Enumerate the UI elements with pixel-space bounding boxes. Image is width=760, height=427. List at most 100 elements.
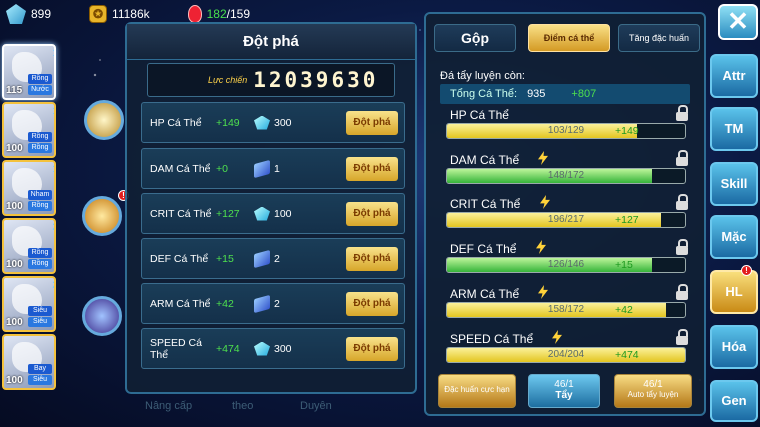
weapon-orb-icon[interactable]	[84, 100, 124, 140]
tab-special-train[interactable]: Tăng đặc huấn	[618, 24, 700, 52]
stat-name: HP Cá Thể	[150, 116, 202, 129]
breakthrough-button[interactable]: Đột phá	[346, 246, 398, 271]
alert-badge: !	[741, 265, 752, 276]
member-level: 100	[6, 375, 23, 386]
stat-bonus: +474	[615, 349, 639, 361]
party-member-card[interactable]: 100 NhamRồng 1	[2, 160, 56, 216]
member-level: 100	[6, 201, 23, 212]
nav-button[interactable]: Mặc	[710, 215, 758, 259]
stat-increase: +15	[216, 252, 234, 265]
member-rank: 2	[52, 280, 54, 291]
wash-count: 46/1	[554, 379, 574, 390]
special-training-button[interactable]: Đặc huấn cực hạn	[438, 374, 516, 408]
remaining-stones-label: Đá tẩy luyện còn:	[440, 70, 525, 82]
energy-current: 182	[206, 7, 227, 21]
upgrade-tab-label[interactable]: Nâng cấp	[145, 400, 192, 412]
follow-tab-label[interactable]: theo	[232, 400, 253, 412]
lightning-icon	[538, 285, 548, 299]
stat-label: HP Cá Thể	[450, 108, 509, 122]
close-button[interactable]: ✕	[718, 4, 758, 40]
stat-value: 196/217	[547, 214, 585, 225]
member-type-1: Rồng	[28, 248, 52, 258]
stat-progress-bar: 148/172	[446, 168, 686, 184]
gem-icon	[254, 115, 270, 130]
breakthrough-button[interactable]: Đột phá	[346, 291, 398, 316]
member-rank: 2	[52, 222, 54, 233]
nav-button[interactable]: Skill	[710, 162, 758, 206]
energy-max: /159	[226, 7, 251, 21]
member-type-2: Nước	[28, 85, 52, 95]
nav-button[interactable]: HL	[710, 270, 758, 314]
stat-row: DAM Cá Thể 148/172	[440, 150, 692, 193]
nav-button[interactable]: Gen	[710, 380, 758, 422]
lock-icon[interactable]	[676, 105, 688, 121]
party-member-card[interactable]: 100 SiêuSiêu 2	[2, 276, 56, 332]
nav-button[interactable]: Hóa	[710, 325, 758, 369]
tab-merge[interactable]: Gộp	[434, 24, 516, 52]
member-type-2: Siêu	[28, 375, 52, 385]
party-member-card[interactable]: 100 RồngRồng 1	[2, 102, 56, 158]
party-member-card[interactable]: 100 RồngRồng 2	[2, 218, 56, 274]
backpack-orb-icon[interactable]	[82, 196, 122, 236]
individual-stats-panel: Gộp Điểm cá thể Tăng đặc huấn Đá tẩy luy…	[424, 12, 706, 416]
stat-label: DEF Cá Thể	[450, 242, 517, 256]
party-member-card[interactable]: 100 Bay Siêu	[2, 334, 56, 390]
scroll-icon	[254, 249, 270, 268]
stat-value: 158/172	[547, 304, 585, 315]
lock-icon[interactable]	[676, 194, 688, 210]
lightning-icon	[538, 151, 548, 165]
lock-icon[interactable]	[676, 284, 688, 300]
stat-value: 204/204	[547, 349, 585, 360]
total-label: Tổng Cá Thể:	[450, 88, 518, 100]
energy-counter[interactable]: 182/159	[187, 5, 251, 23]
cost-group: 300	[254, 341, 346, 356]
cost-amount: 2	[274, 252, 280, 265]
stat-name: DEF Cá Thể	[150, 252, 209, 265]
nav-button[interactable]: Attr	[710, 54, 758, 98]
stat-row: SPEED Cá Thể 204/204 +474	[440, 329, 692, 372]
breakthrough-panel: Đột phá Lực chiến 12039630 HP Cá Thể +149…	[125, 22, 417, 394]
breakthrough-row: DAM Cá Thể +0 1 Đột phá	[141, 148, 405, 189]
party-list: 115RồngNước1100RồngRồng1100NhamRồng1100R…	[2, 44, 62, 392]
member-type-1: Siêu	[28, 306, 52, 316]
lock-icon[interactable]	[676, 329, 688, 345]
total-bonus: +807	[571, 88, 597, 100]
breakthrough-button[interactable]: Đột phá	[346, 336, 398, 361]
stat-row: DEF Cá Thể 126/146 +15	[440, 239, 692, 282]
stat-progress-bar: 103/129 +149	[446, 123, 686, 139]
stat-increase: +42	[216, 297, 234, 310]
potion-icon	[187, 5, 202, 23]
stat-increase: +127	[216, 207, 240, 220]
scroll-icon	[254, 159, 270, 178]
party-member-card[interactable]: 115 RồngNước 1	[2, 44, 56, 100]
stat-row: CRIT Cá Thể 196/217 +127	[440, 194, 692, 237]
lock-icon[interactable]	[676, 239, 688, 255]
stat-bonus: +42	[615, 304, 633, 316]
breakthrough-button[interactable]: Đột phá	[346, 156, 398, 181]
breakthrough-button[interactable]: Đột phá	[346, 110, 398, 135]
breakthrough-button[interactable]: Đột phá	[346, 201, 398, 226]
lightning-icon	[540, 195, 550, 209]
scroll-icon	[254, 294, 270, 313]
auto-wash-button[interactable]: 46/1 Auto tẩy luyện	[614, 374, 692, 408]
cost-group: 1	[254, 159, 346, 178]
affinity-tab-label[interactable]: Duyên	[300, 400, 332, 412]
gold-amount: 11186k	[112, 7, 150, 21]
breakthrough-row: ARM Cá Thể +42 2 Đột phá	[141, 283, 405, 324]
stat-name: DAM Cá Thể	[150, 162, 211, 175]
member-rank: 1	[52, 106, 54, 117]
member-level: 100	[6, 143, 23, 154]
close-icon: ✕	[727, 6, 749, 36]
cost-amount: 300	[274, 116, 292, 129]
gear-orb-icon[interactable]	[82, 296, 122, 336]
nav-button[interactable]: TM	[710, 107, 758, 151]
gold-counter[interactable]: ✪ 11186k	[89, 5, 150, 23]
lock-icon[interactable]	[676, 150, 688, 166]
cost-group: 100	[254, 206, 346, 221]
tab-individual-points[interactable]: Điểm cá thể	[528, 24, 610, 52]
gem-amount: 899	[31, 7, 52, 21]
wash-button[interactable]: 46/1 Tẩy	[528, 374, 600, 408]
gem-counter[interactable]: 899	[6, 4, 51, 24]
lightning-icon	[536, 240, 546, 254]
breakthrough-row: CRIT Cá Thể +127 100 Đột phá	[141, 193, 405, 234]
